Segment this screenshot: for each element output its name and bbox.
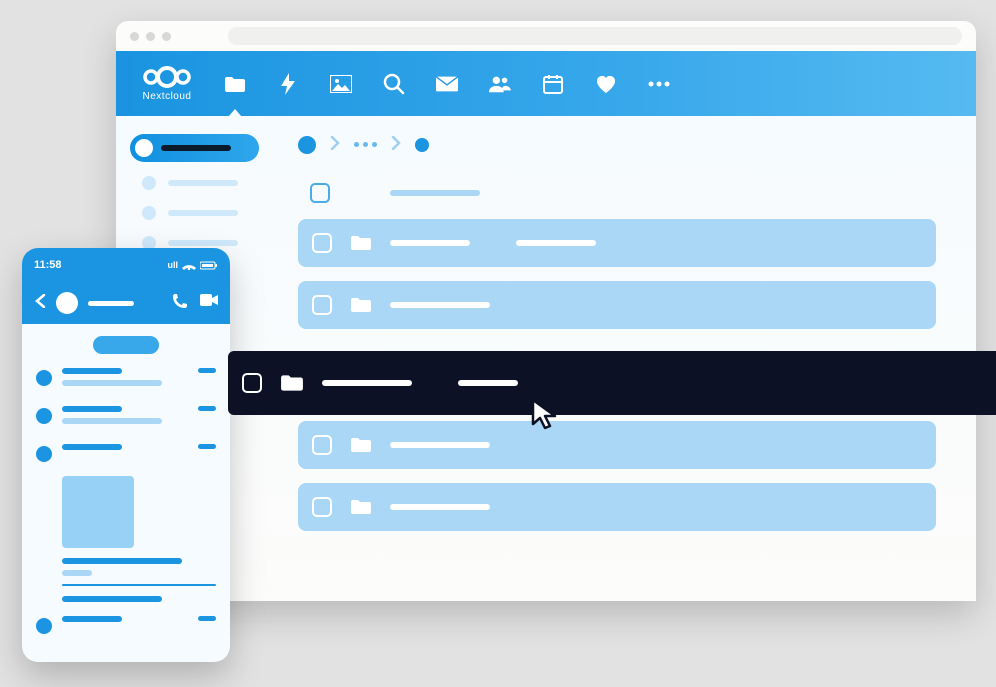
message-text-line	[62, 444, 122, 450]
sidebar-primary-action[interactable]	[130, 134, 259, 162]
nav-favorites[interactable]	[595, 73, 617, 95]
avatar	[36, 618, 52, 634]
row-checkbox[interactable]	[312, 233, 332, 253]
date-chip	[93, 336, 159, 354]
browser-window: Nextcloud	[116, 21, 976, 601]
phone-chat-header	[22, 282, 230, 324]
chevron-right-icon	[391, 134, 401, 155]
folder-icon	[350, 499, 372, 515]
file-name	[390, 504, 490, 510]
row-checkbox[interactable]	[312, 497, 332, 517]
chat-message[interactable]	[36, 368, 216, 392]
nav-contacts[interactable]	[489, 73, 511, 95]
column-name-header[interactable]	[390, 190, 480, 196]
chat-message[interactable]	[36, 444, 216, 462]
file-meta	[516, 240, 596, 246]
phone-chat-body	[22, 324, 230, 634]
nav-calendar[interactable]	[542, 73, 564, 95]
file-row[interactable]	[298, 219, 936, 267]
nav-search[interactable]	[383, 73, 405, 95]
phone-statusbar: 11:58 ull	[22, 248, 230, 282]
file-row-hovered[interactable]	[228, 351, 996, 415]
breadcrumb-home[interactable]	[298, 136, 316, 154]
folder-icon	[350, 235, 372, 251]
row-checkbox[interactable]	[242, 373, 262, 393]
app-logo-text: Nextcloud	[143, 91, 192, 102]
message-timestamp	[198, 368, 216, 373]
avatar	[36, 408, 52, 424]
row-checkbox[interactable]	[312, 435, 332, 455]
traffic-close[interactable]	[130, 32, 139, 41]
traffic-maximize[interactable]	[162, 32, 171, 41]
breadcrumb-current[interactable]	[415, 138, 429, 152]
message-text-line	[62, 380, 162, 386]
file-name	[322, 380, 412, 386]
back-icon[interactable]	[34, 294, 46, 313]
message-timestamp	[198, 444, 216, 449]
phone-signal: ull	[168, 260, 219, 270]
app-header: Nextcloud	[116, 51, 976, 116]
file-row[interactable]	[298, 421, 936, 469]
sidebar-primary-dot	[135, 139, 153, 157]
file-name	[390, 302, 490, 308]
file-row[interactable]	[298, 281, 936, 329]
breadcrumb	[298, 134, 936, 155]
attachment-thumbnail[interactable]	[62, 476, 134, 548]
app-logo[interactable]: Nextcloud	[141, 65, 193, 102]
file-name	[390, 442, 490, 448]
sidebar-dot-icon	[142, 206, 156, 220]
call-icon[interactable]	[172, 293, 188, 314]
chat-message[interactable]	[36, 616, 216, 634]
traffic-minimize[interactable]	[146, 32, 155, 41]
select-all-checkbox[interactable]	[310, 183, 330, 203]
folder-icon	[280, 374, 304, 392]
browser-titlebar	[116, 21, 976, 51]
chat-attachment[interactable]	[62, 476, 216, 602]
phone-time: 11:58	[34, 259, 62, 271]
sidebar-item-1[interactable]	[142, 176, 288, 190]
phone-window: 11:58 ull	[22, 248, 230, 662]
sidebar-item-label	[168, 180, 238, 186]
folder-icon	[350, 297, 372, 313]
attachment-caption	[62, 596, 162, 602]
file-name	[390, 240, 470, 246]
avatar[interactable]	[56, 292, 78, 314]
chat-title	[88, 301, 134, 306]
avatar	[36, 370, 52, 386]
attachment-meta	[62, 570, 92, 576]
nav-gallery[interactable]	[330, 73, 352, 95]
message-timestamp	[198, 406, 216, 411]
nav-files[interactable]	[224, 73, 246, 95]
nav-more[interactable]	[648, 73, 670, 95]
divider	[62, 584, 216, 586]
sidebar-dot-icon	[142, 176, 156, 190]
list-header	[310, 183, 936, 203]
avatar	[36, 446, 52, 462]
nav-mail[interactable]	[436, 73, 458, 95]
chevron-right-icon	[330, 134, 340, 155]
message-text-line	[62, 418, 162, 424]
message-text-line	[62, 406, 122, 412]
file-meta	[458, 380, 518, 386]
row-checkbox[interactable]	[312, 295, 332, 315]
video-icon[interactable]	[200, 293, 218, 314]
breadcrumb-overflow[interactable]	[354, 142, 377, 147]
sidebar-item-label	[168, 240, 238, 246]
sidebar-item-label	[168, 210, 238, 216]
url-bar[interactable]	[228, 27, 962, 45]
phone-signal-label: ull	[168, 260, 179, 270]
message-text-line	[62, 616, 122, 622]
message-text-line	[62, 368, 122, 374]
folder-icon	[350, 437, 372, 453]
sidebar-item-2[interactable]	[142, 206, 288, 220]
sidebar-primary-label	[161, 145, 231, 151]
file-row[interactable]	[298, 483, 936, 531]
chat-message[interactable]	[36, 406, 216, 430]
nav-activity[interactable]	[277, 73, 299, 95]
message-timestamp	[198, 616, 216, 621]
attachment-caption	[62, 558, 182, 564]
